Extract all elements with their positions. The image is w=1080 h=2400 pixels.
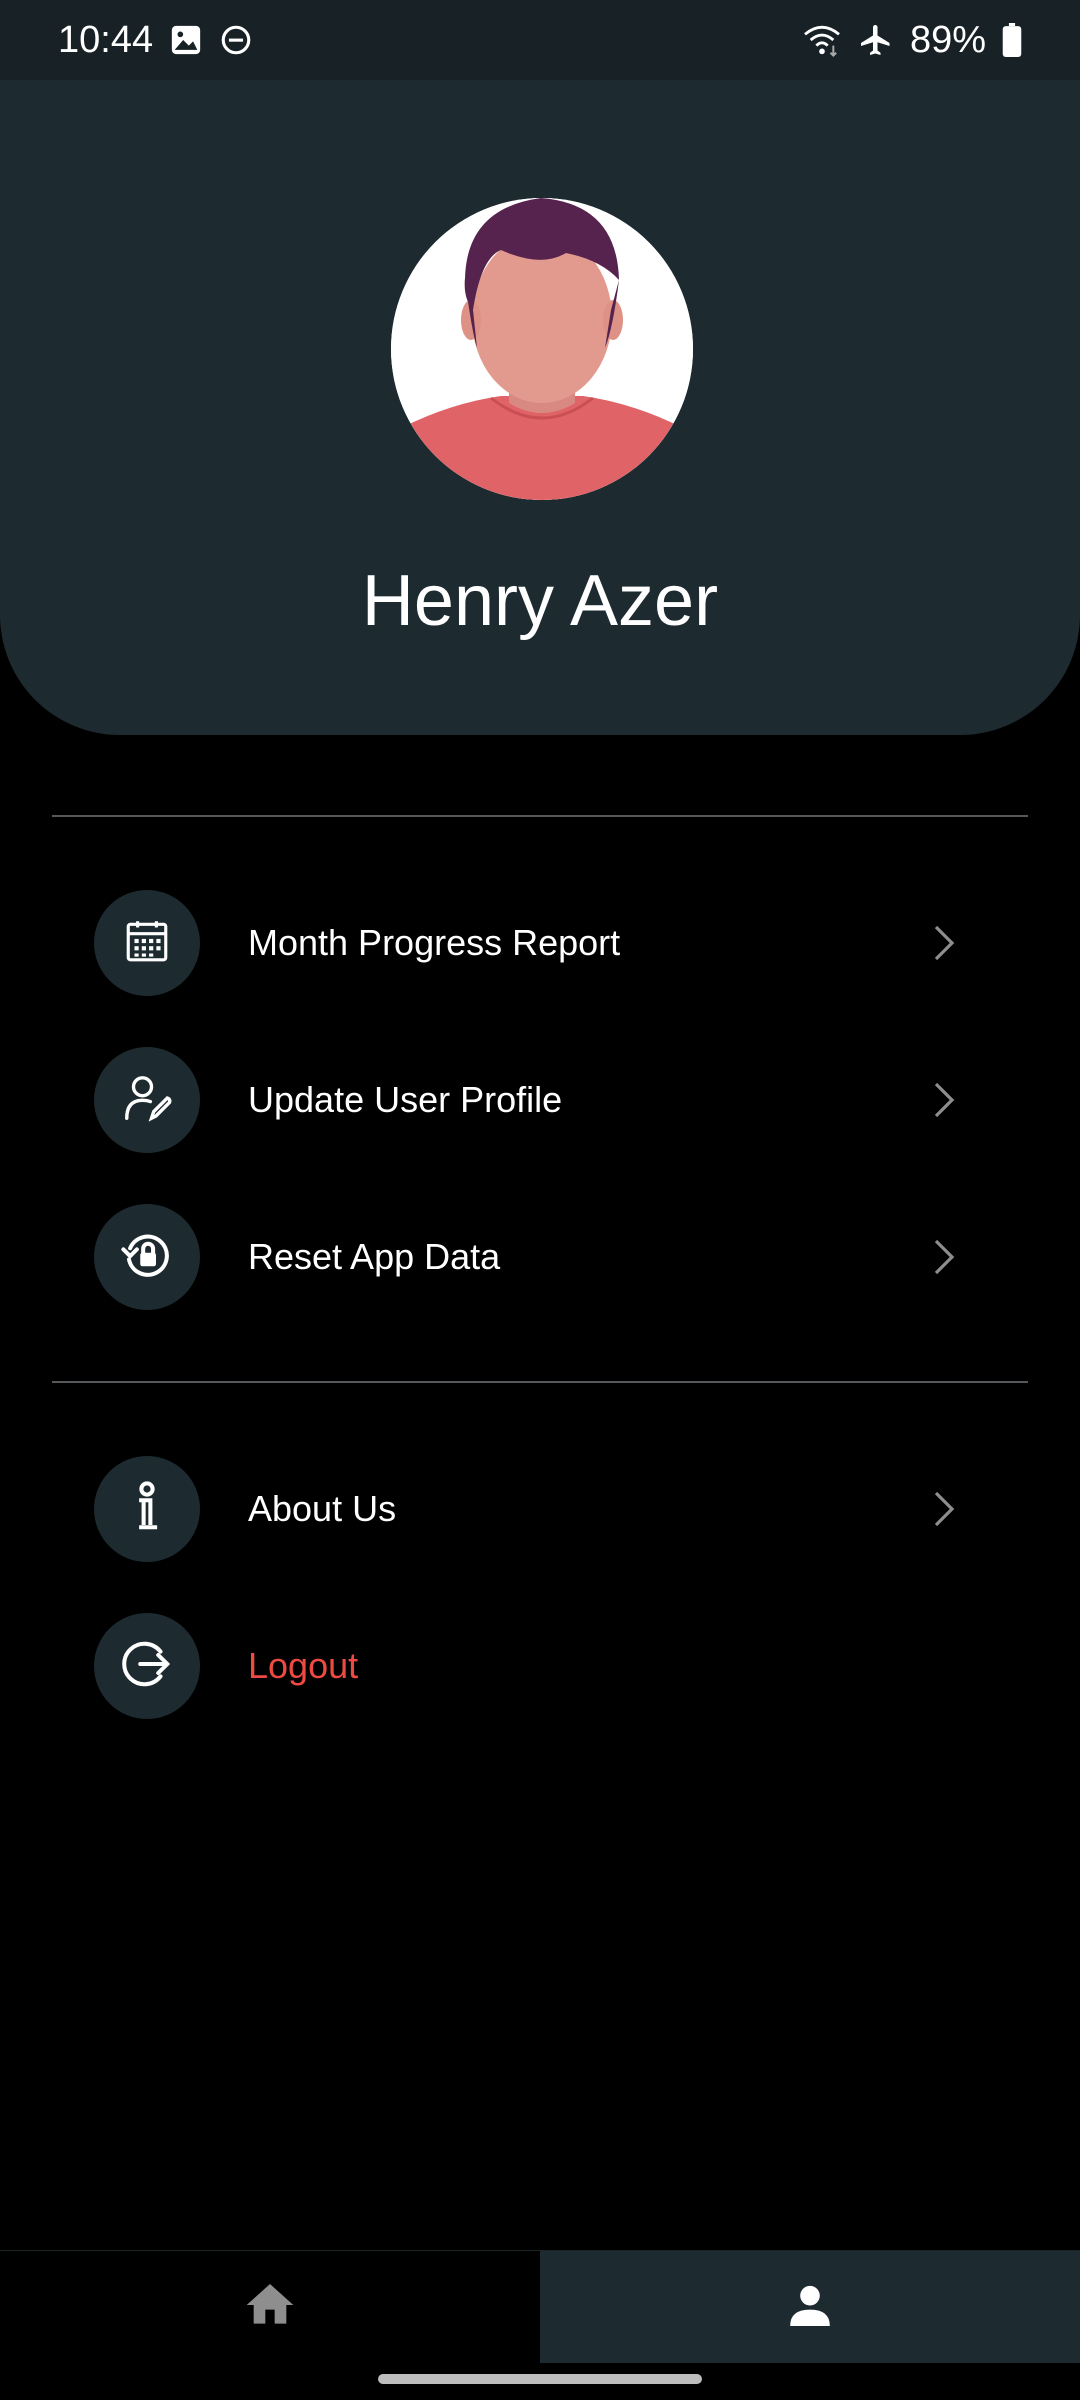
avatar[interactable] <box>391 198 693 500</box>
profile-name: Henry Azer <box>361 561 719 641</box>
chevron-right-icon <box>924 1489 964 1529</box>
menu-icon-wrapper <box>94 1456 200 1562</box>
profile-screen: 10:44 89% Henry Azer Month Progress Repo… <box>0 0 1080 2400</box>
user-edit-icon <box>120 1071 174 1130</box>
menu-item-logout[interactable]: Logout <box>94 1613 974 1719</box>
menu-icon-wrapper <box>94 1204 200 1310</box>
battery-percent: 89% <box>909 18 986 61</box>
chevron-right-icon <box>924 923 964 963</box>
image-icon <box>169 23 203 57</box>
menu-label: Logout <box>248 1645 359 1686</box>
home-icon <box>242 2277 298 2338</box>
menu-label: Month Progress Report <box>248 922 621 963</box>
divider <box>52 1381 1028 1383</box>
wifi-icon <box>802 23 842 57</box>
reset-lock-icon <box>120 1228 174 1287</box>
status-bar: 10:44 89% <box>0 0 1080 80</box>
menu-icon-wrapper <box>94 1613 200 1719</box>
menu-item-reset-app-data[interactable]: Reset App Data <box>94 1204 974 1310</box>
menu-item-about-us[interactable]: About Us <box>94 1456 974 1562</box>
menu-label: Update User Profile <box>248 1079 563 1120</box>
chevron-right-icon <box>924 1080 964 1120</box>
home-indicator[interactable] <box>378 2374 702 2384</box>
logout-icon <box>120 1637 174 1696</box>
info-icon <box>127 1480 167 1539</box>
menu-icon-wrapper <box>94 1047 200 1153</box>
person-icon <box>782 2277 838 2338</box>
menu-icon-wrapper <box>94 890 200 996</box>
chevron-right-icon <box>924 1237 964 1277</box>
menu-item-month-progress-report[interactable]: Month Progress Report <box>94 890 974 996</box>
airplane-icon <box>858 22 894 58</box>
menu-item-update-user-profile[interactable]: Update User Profile <box>94 1047 974 1153</box>
profile-header: Henry Azer <box>0 80 1080 735</box>
status-right: 89% <box>802 19 1022 62</box>
dnd-icon <box>219 23 253 57</box>
nav-tab-profile[interactable] <box>540 2251 1080 2363</box>
status-time: 10:44 <box>58 18 154 61</box>
status-left: 10:44 <box>58 19 253 62</box>
menu-label: Reset App Data <box>248 1236 501 1277</box>
avatar-illustration <box>391 198 693 500</box>
nav-tab-home[interactable] <box>0 2251 540 2363</box>
calendar-icon <box>122 916 172 971</box>
battery-icon <box>1002 23 1022 57</box>
divider <box>52 815 1028 817</box>
bottom-nav <box>0 2250 1080 2363</box>
menu-label: About Us <box>248 1488 397 1529</box>
